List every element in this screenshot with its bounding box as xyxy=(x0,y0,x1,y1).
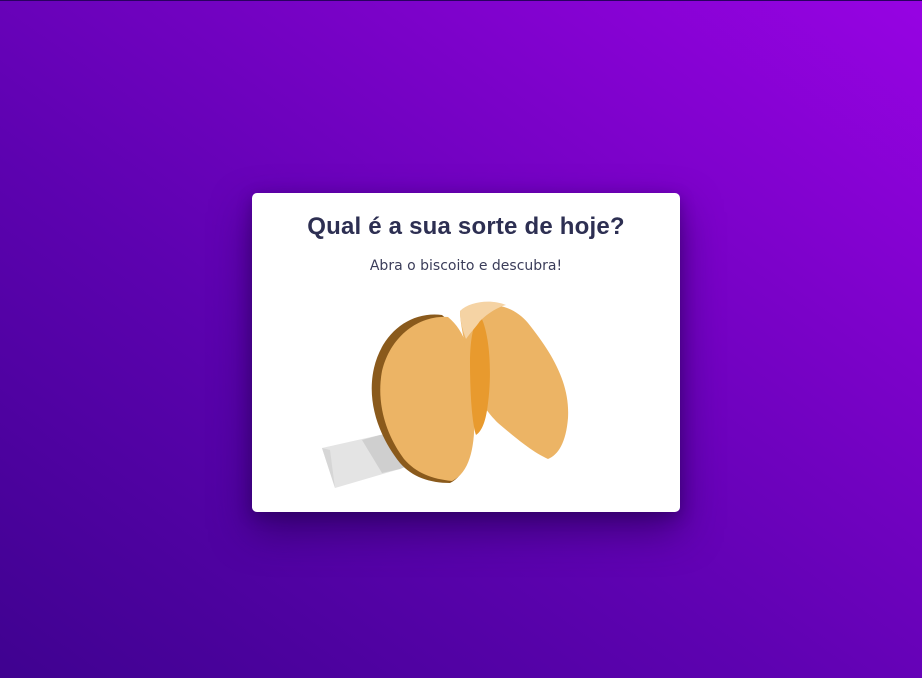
fortune-card: Qual é a sua sorte de hoje? Abra o bisco… xyxy=(252,193,680,512)
card-subtitle: Abra o biscoito e descubra! xyxy=(369,258,563,274)
card-title: Qual é a sua sorte de hoje? xyxy=(307,213,625,240)
top-border xyxy=(0,0,922,1)
cookie-right-half xyxy=(460,301,569,459)
fortune-cookie-icon[interactable] xyxy=(320,293,580,493)
